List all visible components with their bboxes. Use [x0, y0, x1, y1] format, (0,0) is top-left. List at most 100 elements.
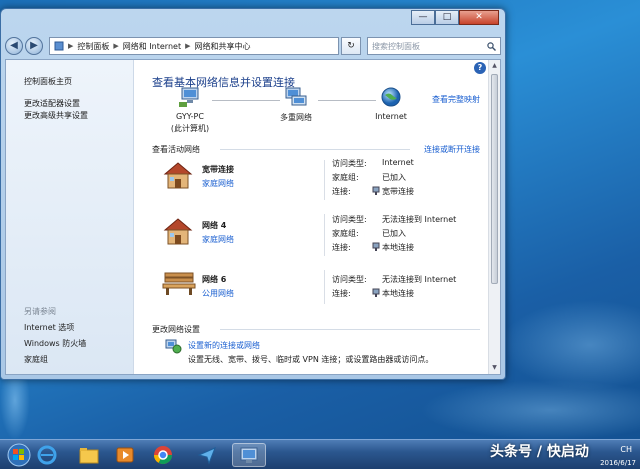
view-full-map-link[interactable]: 查看完整映射 [432, 94, 480, 105]
wallpaper-streak [500, 300, 640, 390]
breadcrumb-control-panel[interactable]: 控制面板 [77, 41, 109, 52]
setup-description: 设置无线、宽带、拨号、临时或 VPN 连接；或设置路由器或访问点。 [188, 355, 434, 364]
new-connection-icon [165, 339, 182, 354]
maximize-button[interactable]: □ [435, 10, 459, 25]
breadcrumb-network-internet[interactable]: 网络和 Internet [123, 41, 181, 52]
network-type-link[interactable]: 家庭网络 [202, 234, 234, 245]
house-icon [163, 162, 193, 189]
homegroup-label: 家庭组: [332, 173, 359, 182]
content-area: 控制面板主页 更改适配器设置 更改高级共享设置 另请参阅 Internet 选项… [5, 59, 501, 375]
breadcrumb-sharing-center[interactable]: 网络和共享中心 [194, 41, 250, 52]
forward-button[interactable]: ▶ [25, 37, 43, 55]
scroll-thumb[interactable] [491, 74, 498, 284]
see-also-title: 另请参阅 [24, 307, 56, 316]
access-type-label: 访问类型: [332, 159, 367, 168]
connect-disconnect-link[interactable]: 连接或断开连接 [424, 144, 480, 155]
multiple-networks-icon [285, 87, 307, 106]
sidebar: 控制面板主页 更改适配器设置 更改高级共享设置 另请参阅 Internet 选项… [6, 60, 134, 374]
access-type-value: 无法连接到 Internet [382, 215, 457, 224]
connection-label: 连接: [332, 289, 351, 298]
window-controls: — □ ✕ [411, 10, 499, 25]
internet-label: Internet [375, 112, 407, 121]
network-type-link[interactable]: 公用网络 [202, 288, 234, 299]
network-name: 宽带连接 [202, 165, 234, 174]
navigation-bar: ◀ ▶ ▶ 控制面板 ▶ 网络和 Internet ▶ 网络和共享中心 ↻ 搜索… [5, 35, 501, 57]
taskbar-app[interactable] [190, 443, 224, 467]
search-placeholder: 搜索控制面板 [372, 41, 420, 51]
change-settings-title: 更改网络设置 [152, 325, 200, 334]
access-type-value: 无法连接到 Internet [382, 275, 457, 284]
column-divider [324, 160, 325, 200]
title-bar[interactable]: — □ ✕ [1, 9, 505, 31]
connection-link[interactable]: 宽带连接 [382, 186, 414, 197]
scroll-up-arrow[interactable]: ▲ [489, 60, 500, 72]
access-type-label: 访问类型: [332, 275, 367, 284]
breadcrumb-separator: ▶ [185, 42, 191, 50]
windows-logo-icon [7, 443, 31, 467]
computer-name: GYY-PC [176, 112, 204, 121]
network-name: 网络 6 [202, 275, 227, 284]
search-icon [487, 41, 496, 51]
watermark-text: 头条号 / 快启动 [490, 444, 589, 460]
map-connector [318, 100, 376, 101]
media-player-icon [116, 447, 134, 463]
connection-link[interactable]: 本地连接 [382, 288, 414, 299]
see-also-internet-options[interactable]: Internet 选项 [24, 322, 74, 333]
connection-icon [372, 186, 380, 195]
access-type-value: Internet [382, 158, 414, 167]
control-panel-icon [240, 447, 258, 463]
address-bar[interactable]: ▶ 控制面板 ▶ 网络和 Internet ▶ 网络和共享中心 [49, 37, 339, 55]
search-input[interactable]: 搜索控制面板 [367, 37, 501, 55]
section-divider [220, 329, 480, 330]
network-type-link[interactable]: 家庭网络 [202, 178, 234, 189]
connection-link[interactable]: 本地连接 [382, 242, 414, 253]
connection-label: 连接: [332, 187, 351, 196]
homegroup-link[interactable]: 已加入 [382, 228, 406, 239]
sidebar-item-advanced-sharing[interactable]: 更改高级共享设置 [24, 110, 88, 121]
connection-icon [372, 242, 380, 251]
network-name: 网络 4 [202, 221, 227, 230]
language-indicator[interactable]: CH [620, 445, 632, 454]
breadcrumb-separator: ▶ [113, 42, 119, 50]
minimize-button[interactable]: — [411, 10, 435, 25]
scroll-down-arrow[interactable]: ▼ [489, 362, 500, 374]
map-connector [212, 100, 280, 101]
help-icon[interactable]: ? [474, 62, 486, 74]
breadcrumb-separator: ▶ [68, 42, 74, 50]
bench-icon [162, 272, 196, 295]
see-also-firewall[interactable]: Windows 防火墙 [24, 338, 86, 349]
taskbar-media-player[interactable] [108, 443, 142, 467]
column-divider [324, 214, 325, 256]
house-icon [163, 218, 193, 245]
access-type-label: 访问类型: [332, 215, 367, 224]
sidebar-item-home[interactable]: 控制面板主页 [24, 76, 72, 87]
taskbar-ie[interactable] [30, 443, 64, 467]
section-divider [220, 149, 410, 150]
system-tray: CH [620, 445, 632, 454]
close-button[interactable]: ✕ [459, 10, 499, 25]
internet-explorer-icon [37, 445, 57, 465]
taskbar-chrome[interactable] [146, 443, 180, 467]
main-panel: 查看基本网络信息并设置连接 查看完整映射 GYY-PC (此计算机) 多重网络 … [134, 60, 488, 374]
folder-icon [79, 448, 99, 464]
computer-icon [179, 87, 199, 107]
homegroup-link[interactable]: 已加入 [382, 172, 406, 183]
see-also-homegroup[interactable]: 家庭组 [24, 354, 48, 365]
sidebar-item-adapter[interactable]: 更改适配器设置 [24, 98, 80, 109]
connection-icon [372, 288, 380, 297]
multiple-networks-label: 多重网络 [280, 113, 312, 122]
connection-label: 连接: [332, 243, 351, 252]
column-divider [324, 270, 325, 304]
chrome-icon [154, 446, 172, 465]
active-networks-title: 查看活动网络 [152, 145, 200, 154]
page-title: 查看基本网络信息并设置连接 [152, 76, 295, 89]
vertical-scrollbar[interactable]: ▲ ▼ [488, 60, 500, 374]
control-panel-icon [54, 41, 64, 51]
internet-globe-icon [381, 87, 401, 107]
back-button[interactable]: ◀ [5, 37, 23, 55]
setup-new-connection-link[interactable]: 设置新的连接或网络 [188, 340, 260, 351]
taskbar-control-panel[interactable] [232, 443, 266, 467]
refresh-button[interactable]: ↻ [341, 37, 361, 55]
taskbar-explorer[interactable] [72, 443, 106, 467]
network-sharing-window: — □ ✕ ◀ ▶ ▶ 控制面板 ▶ 网络和 Internet ▶ 网络和共享中… [0, 8, 506, 380]
